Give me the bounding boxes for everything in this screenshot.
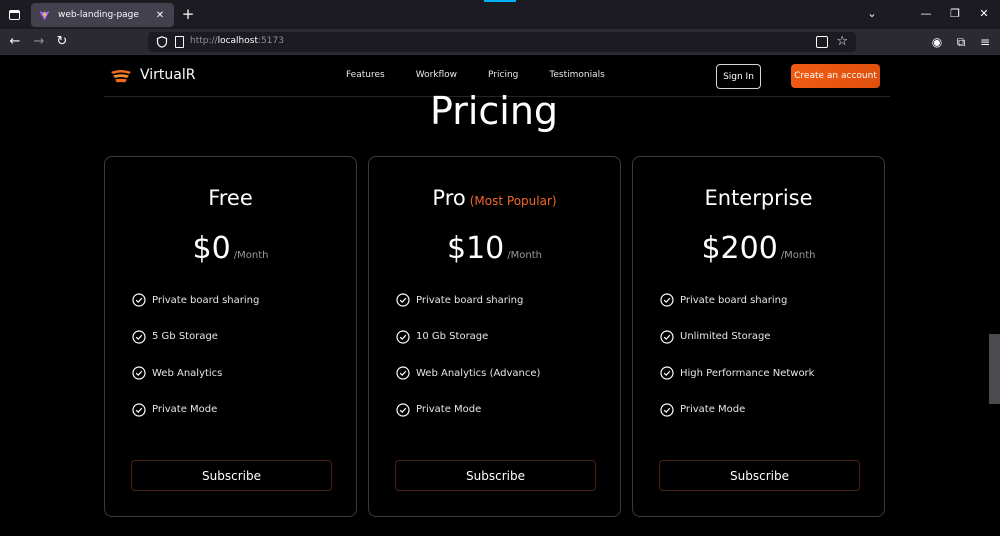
check-circle-icon [396, 403, 410, 417]
tab-bar-accent [484, 0, 516, 2]
check-circle-icon [132, 293, 146, 307]
price-period: /Month [507, 250, 542, 261]
extensions-icon[interactable]: ⧉ [952, 33, 970, 51]
check-circle-icon [132, 403, 146, 417]
check-circle-icon [660, 366, 674, 380]
bookmark-star-icon[interactable]: ☆ [836, 33, 848, 51]
feature-item: Unlimited Storage [660, 319, 814, 356]
account-icon[interactable]: ◉ [928, 33, 946, 51]
feature-list: Private board sharing Unlimited Storage … [660, 282, 814, 428]
browser-tab-bar: web-landing-page ✕ + ⌄ — ❐ ✕ [0, 0, 1000, 29]
menu-icon[interactable]: ≡ [976, 33, 994, 51]
price-amount: $10 [447, 231, 505, 266]
feature-item: Web Analytics [132, 355, 259, 392]
browser-tab[interactable]: web-landing-page ✕ [31, 3, 174, 27]
page-viewport: VirtualR Features Workflow Pricing Testi… [0, 55, 1000, 536]
browser-nav-bar: ← → ↻ http://localhost:5173 ☆ ◉ ⧉ ≡ [0, 29, 1000, 55]
back-icon[interactable]: ← [6, 33, 24, 51]
check-circle-icon [660, 403, 674, 417]
subscribe-button-enterprise[interactable]: Subscribe [659, 460, 860, 491]
check-circle-icon [132, 330, 146, 344]
pricing-card-enterprise: Enterprise $200/Month Private board shar… [632, 156, 885, 517]
pricing-card-free: Free $0/Month Private board sharing 5 Gb… [104, 156, 357, 517]
check-circle-icon [132, 366, 146, 380]
plan-price: $0/Month [105, 231, 356, 266]
nav-link-testimonials[interactable]: Testimonials [549, 70, 604, 80]
feature-item: Web Analytics (Advance) [396, 355, 540, 392]
price-amount: $0 [192, 231, 231, 266]
reload-icon[interactable]: ↻ [53, 33, 71, 51]
plan-price: $10/Month [369, 231, 620, 266]
price-period: /Month [233, 250, 269, 261]
subscribe-button-pro[interactable]: Subscribe [395, 460, 596, 491]
feature-item: Private Mode [132, 392, 259, 429]
pricing-card-pro: Pro (Most Popular) $10/Month Private boar… [368, 156, 621, 517]
minimize-icon[interactable]: — [918, 6, 934, 22]
site-nav: Features Workflow Pricing Testimonials [346, 70, 636, 80]
tab-title: web-landing-page [58, 10, 139, 20]
feature-item: Private board sharing [396, 282, 540, 319]
url-bar[interactable]: http://localhost:5173 ☆ [148, 32, 856, 52]
check-circle-icon [396, 330, 410, 344]
plan-name: Enterprise [704, 186, 813, 210]
feature-item: High Performance Network [660, 355, 814, 392]
tab-close-icon[interactable]: ✕ [154, 10, 166, 21]
feature-item: Private Mode [396, 392, 540, 429]
feature-item: Private board sharing [660, 282, 814, 319]
tab-overflow-chevron-icon[interactable]: ⌄ [864, 6, 880, 22]
plan-name: Pro (Most Popular) [432, 186, 557, 210]
brand-name[interactable]: VirtualR [140, 67, 195, 83]
feature-item: 5 Gb Storage [132, 319, 259, 356]
url-text[interactable]: http://localhost:5173 [190, 36, 284, 46]
pricing-heading: Pricing [429, 89, 559, 133]
feature-item: Private board sharing [132, 282, 259, 319]
close-window-icon[interactable]: ✕ [976, 6, 992, 22]
page-scrollbar-thumb[interactable] [989, 334, 1000, 404]
tab-list-icon[interactable] [4, 5, 24, 25]
feature-list: Private board sharing 5 Gb Storage Web A… [132, 282, 259, 428]
check-circle-icon [396, 293, 410, 307]
price-amount: $200 [701, 231, 778, 266]
reader-view-icon[interactable] [816, 36, 828, 48]
nav-link-workflow[interactable]: Workflow [416, 70, 457, 80]
nav-link-features[interactable]: Features [346, 70, 385, 80]
restore-icon[interactable]: ❐ [947, 6, 963, 22]
check-circle-icon [660, 293, 674, 307]
forward-icon[interactable]: → [30, 33, 48, 51]
tracking-shield-icon[interactable] [156, 36, 168, 48]
feature-item: 10 Gb Storage [396, 319, 540, 356]
feature-item: Private Mode [660, 392, 814, 429]
subscribe-button-free[interactable]: Subscribe [131, 460, 332, 491]
most-popular-badge: (Most Popular) [469, 194, 557, 208]
plan-name: Free [208, 186, 253, 210]
check-circle-icon [660, 330, 674, 344]
feature-list: Private board sharing 10 Gb Storage Web … [396, 282, 540, 428]
plan-price: $200/Month [633, 231, 884, 266]
nav-link-pricing[interactable]: Pricing [488, 70, 518, 80]
virtualr-logo-icon [111, 70, 131, 83]
price-period: /Month [780, 250, 816, 261]
check-circle-icon [396, 366, 410, 380]
new-tab-icon[interactable]: + [180, 6, 196, 22]
sign-in-button[interactable]: Sign In [716, 64, 761, 89]
create-account-button[interactable]: Create an account [791, 64, 880, 88]
vite-favicon-icon [39, 9, 50, 20]
page-info-icon[interactable] [175, 36, 184, 48]
